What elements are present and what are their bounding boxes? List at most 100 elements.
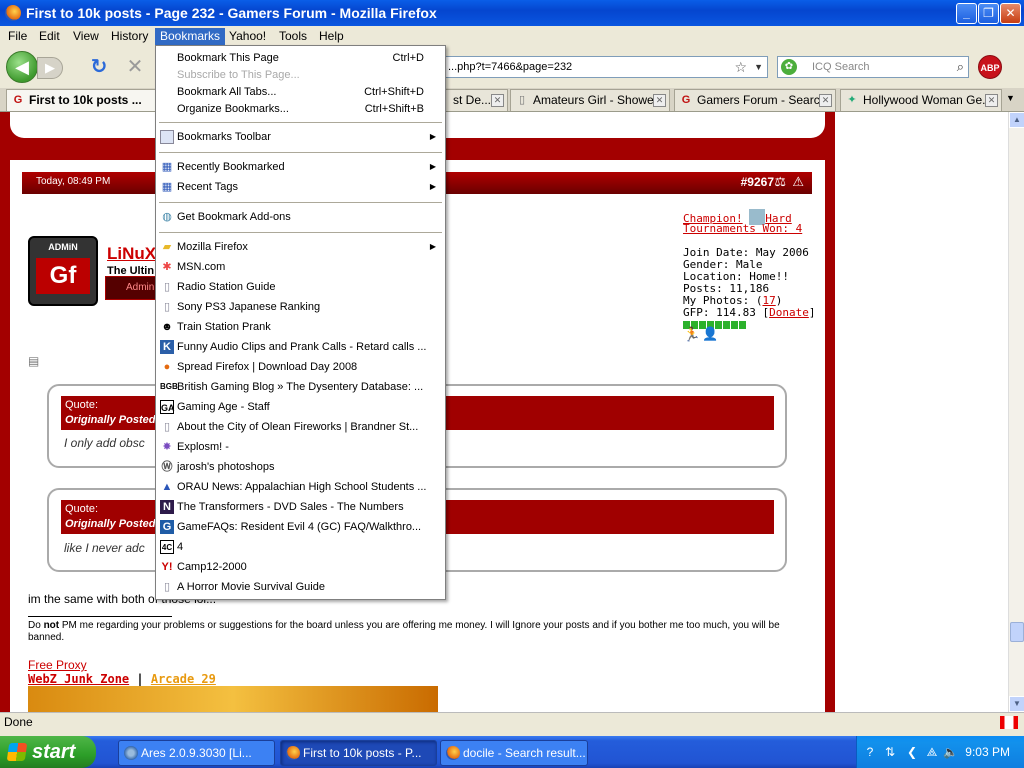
search-input[interactable]: ✿ ICQ Search ⌕ — [777, 56, 969, 78]
search-icon[interactable]: ⌕ — [957, 57, 964, 77]
menu-item-funny-audio-clips[interactable]: K Funny Audio Clips and Prank Calls - Ret… — [157, 337, 444, 357]
search-engine-icon[interactable]: ✿ — [781, 59, 797, 75]
help-icon[interactable]: ? — [863, 745, 877, 759]
firefox-icon — [5, 5, 21, 21]
menu-item-radio-station-guide[interactable]: ▯ Radio Station Guide — [157, 277, 444, 297]
url-dropdown-icon[interactable]: ▼ — [754, 57, 763, 77]
menu-item-4[interactable]: 4C 4 — [157, 537, 444, 557]
username-link[interactable]: LiNuX — [107, 244, 156, 264]
start-button[interactable]: start — [0, 736, 96, 768]
fourchan-icon: 4C — [160, 540, 174, 554]
menu-item-orau-news[interactable]: ▲ ORAU News: Appalachian High School Stud… — [157, 477, 444, 497]
menu-item-label: Mozilla Firefox — [177, 241, 248, 253]
donate-link[interactable]: Donate — [769, 306, 809, 319]
menu-separator — [159, 232, 442, 233]
menu-tools[interactable]: Tools — [274, 28, 312, 46]
menu-history[interactable]: History — [106, 28, 153, 46]
tab-close-icon[interactable]: ✕ — [819, 94, 832, 107]
menu-item-train-station-prank[interactable]: ☻ Train Station Prank — [157, 317, 444, 337]
restore-button[interactable]: ❐ — [978, 3, 999, 24]
menu-file[interactable]: File — [3, 28, 32, 46]
tab-label: Hollywood Woman Ge... — [863, 93, 993, 107]
menu-item-spread-firefox[interactable]: ● Spread Firefox | Download Day 2008 — [157, 357, 444, 377]
menu-item-olean-fireworks[interactable]: ▯ About the City of Olean Fireworks | Bra… — [157, 417, 444, 437]
tab-gamers-search[interactable]: G Gamers Forum - Searc... ✕ — [674, 89, 836, 111]
menu-item-recently-bookmarked[interactable]: ▦ Recently Bookmarked ▶ — [157, 157, 444, 177]
taskbar-item-ares[interactable]: Ares 2.0.9.3030 [Li... — [118, 740, 275, 766]
tray-expand-icon[interactable]: ❮ — [905, 745, 919, 759]
scroll-thumb[interactable] — [1010, 622, 1024, 642]
url-input[interactable]: ...php?t=7466&page=232 ☆ ▼ — [445, 56, 768, 78]
free-proxy-link[interactable]: Free Proxy — [28, 658, 87, 672]
menu-item-organize-bookmarks[interactable]: Organize Bookmarks... Ctrl+Shift+B — [157, 99, 444, 119]
menu-item-recent-tags[interactable]: ▦ Recent Tags ▶ — [157, 177, 444, 197]
tab-close-icon[interactable]: ✕ — [985, 94, 998, 107]
avatar[interactable]: ADMiN Gf — [28, 236, 98, 306]
bookmark-star-icon[interactable]: ☆ — [734, 57, 747, 77]
tab-first-to-10k[interactable]: G First to 10k posts ... — [6, 89, 156, 111]
tab-close-icon[interactable]: ✕ — [653, 94, 666, 107]
menu-item-get-bookmark-addons[interactable]: ◍ Get Bookmark Add-ons — [157, 207, 444, 227]
signature-banner[interactable] — [28, 686, 438, 712]
arcade-29-link[interactable]: Arcade 29 — [151, 672, 216, 686]
rank-badge: Admin — [105, 276, 157, 300]
close-window-button[interactable]: ✕ — [1000, 3, 1021, 24]
menu-bookmarks[interactable]: Bookmarks — [155, 28, 226, 46]
taskbar-item-firefox-forum[interactable]: First to 10k posts - P... — [280, 740, 437, 766]
post-number[interactable]: #9267 — [741, 175, 774, 189]
scales-icon[interactable]: ⚖ — [774, 174, 786, 190]
tab-amateurs[interactable]: ▯ Amateurs Girl - Showe... ✕ — [510, 89, 670, 111]
menu-item-explosm[interactable]: ✸ Explosm! - — [157, 437, 444, 457]
network-icon[interactable]: ⇅ — [883, 745, 897, 759]
menu-item-jarosh-photoshops[interactable]: Ⓦjarosh's photoshops — [157, 457, 444, 477]
quote-posted: Originally Posted — [65, 414, 156, 426]
reload-icon[interactable]: ↻ — [88, 57, 110, 79]
tab-hollywood[interactable]: ✦ Hollywood Woman Ge... ✕ — [840, 89, 1002, 111]
menu-item-bookmarks-toolbar[interactable]: Bookmarks Toolbar ▶ — [157, 127, 444, 147]
post-date: Today, 08:49 PM — [36, 176, 111, 187]
menu-item-british-gaming-blog[interactable]: BGB British Gaming Blog » The Dysentery D… — [157, 377, 444, 397]
clock[interactable]: 9:03 PM — [965, 736, 1010, 768]
menu-item-label: ORAU News: Appalachian High School Stude… — [177, 481, 427, 493]
page-content: Today, 08:49 PM #9267 ⚖ ⚠ ADMiN Gf LiNuX… — [0, 112, 1008, 712]
menu-item-mozilla-firefox[interactable]: ▰ Mozilla Firefox ▶ — [157, 237, 444, 257]
sig-post: PM me regarding your problems or suggest… — [28, 620, 780, 643]
yahoo-icon: Y! — [161, 561, 173, 573]
menu-help[interactable]: Help — [314, 28, 349, 46]
adblock-icon[interactable]: ABP — [978, 55, 1002, 79]
tournaments-won[interactable]: Tournaments Won: 4 — [683, 222, 802, 235]
menu-item-sony-ps3[interactable]: ▯ Sony PS3 Japanese Ranking — [157, 297, 444, 317]
webz-junk-zone-link[interactable]: WebZ Junk Zone — [28, 672, 129, 686]
scroll-up-icon[interactable]: ▲ — [1009, 112, 1024, 128]
back-arrow-icon[interactable]: ◀ — [6, 51, 38, 83]
forward-arrow-icon[interactable]: ▶ — [37, 57, 63, 79]
canada-flag-icon[interactable] — [1000, 716, 1018, 729]
tab-list-icon[interactable]: ▼ — [1006, 93, 1015, 103]
menu-edit[interactable]: Edit — [34, 28, 65, 46]
menu-item-gaming-age[interactable]: GA Gaming Age - Staff — [157, 397, 444, 417]
stop-icon[interactable]: ✕ — [124, 57, 146, 79]
scroll-down-icon[interactable]: ▼ — [1009, 696, 1024, 712]
report-icon[interactable]: ⚠ — [792, 174, 804, 190]
menu-item-gamefaqs[interactable]: G GameFAQs: Resident Evil 4 (GC) FAQ/Walk… — [157, 517, 444, 537]
menu-item-horror-movie-guide[interactable]: ▯ A Horror Movie Survival Guide — [157, 577, 444, 597]
minimize-button[interactable]: _ — [956, 3, 977, 24]
menu-item-label: Train Station Prank — [177, 321, 271, 333]
menu-item-msn[interactable]: ✱ MSN.com — [157, 257, 444, 277]
quote-text-1: I only add obsc — [64, 436, 145, 450]
ares-tray-icon[interactable]: ⟁ — [925, 745, 939, 759]
taskbar-item-docile-search[interactable]: docile - Search result... — [440, 740, 588, 766]
avatar-text: ADMiN — [48, 242, 78, 252]
page-icon: ▯ — [163, 301, 171, 313]
toolbar-folder-icon — [160, 130, 174, 144]
menu-item-camp12[interactable]: Y! Camp12-2000 — [157, 557, 444, 577]
page-scrollbar[interactable]: ▲ ▼ — [1008, 112, 1024, 712]
volume-icon[interactable]: 🔈 — [943, 745, 958, 759]
tab-close-icon[interactable]: ✕ — [491, 94, 504, 107]
start-label: start — [32, 741, 76, 763]
menu-view[interactable]: View — [68, 28, 104, 46]
firefox-icon — [286, 746, 300, 760]
msn-butterfly-icon: ✱ — [162, 261, 172, 273]
menu-yahoo[interactable]: Yahoo! — [224, 28, 271, 46]
menu-item-transformers-dvd[interactable]: N The Transformers - DVD Sales - The Numb… — [157, 497, 444, 517]
